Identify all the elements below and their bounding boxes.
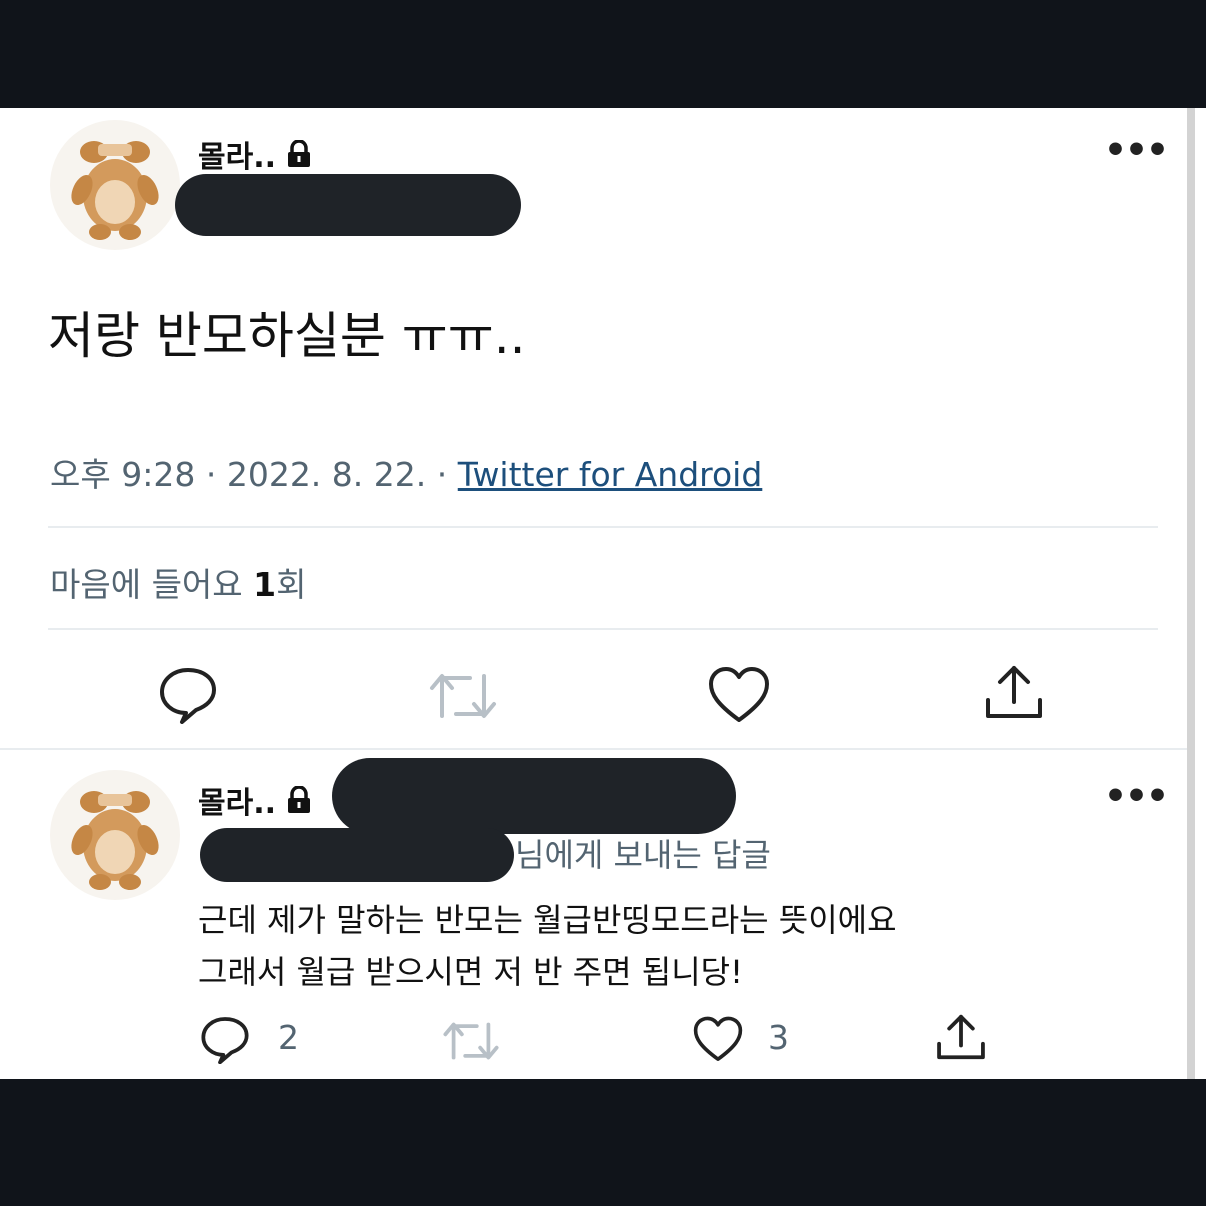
reply-to-label: 님에게 보내는 답글 xyxy=(515,836,771,874)
username-text: 몰라.. xyxy=(198,140,276,175)
share-icon[interactable] xyxy=(982,660,1046,724)
reply-icon[interactable] xyxy=(158,664,218,724)
redacted-handle xyxy=(175,174,521,236)
redacted-handle xyxy=(332,758,736,834)
retweet-icon[interactable] xyxy=(442,1016,500,1066)
scroll-edge xyxy=(1187,108,1195,1079)
tweet-meta: 오후 9:28 · 2022. 8. 22. · Twitter for And… xyxy=(50,448,762,496)
more-icon[interactable]: ••• xyxy=(1104,130,1169,171)
more-icon[interactable]: ••• xyxy=(1104,776,1169,817)
tweet-source-link[interactable]: Twitter for Android xyxy=(458,455,763,494)
reply-text-line: 그래서 월급 받으시면 저 반 주면 됩니당! xyxy=(198,953,743,991)
heart-icon[interactable] xyxy=(707,666,771,726)
divider xyxy=(48,526,1158,528)
meta-separator: · xyxy=(205,455,217,494)
tweet-date: 2022. 8. 22. xyxy=(226,455,427,494)
reply-text: 근데 제가 말하는 반모는 월급반띵모드라는 뜻이에요 그래서 월급 받으시면 … xyxy=(198,894,897,998)
reply-avatar[interactable] xyxy=(50,770,180,900)
avatar[interactable] xyxy=(50,120,180,250)
bear-avatar-image xyxy=(71,141,159,240)
likes-suffix: 회 xyxy=(276,565,307,604)
share-icon[interactable] xyxy=(934,1010,988,1064)
likes-count: 1 xyxy=(253,565,277,604)
heart-icon[interactable] xyxy=(692,1016,744,1064)
username-text: 몰라.. xyxy=(198,786,276,821)
tweet-screenshot: 몰라.. ••• 저랑 반모하실분 ㅠㅠ.. 오후 9:28 · 2022. 8… xyxy=(0,108,1206,1079)
divider xyxy=(0,748,1187,750)
bear-avatar-image xyxy=(71,791,159,890)
like-count: 3 xyxy=(768,1018,789,1057)
retweet-icon[interactable] xyxy=(428,666,498,726)
lock-icon xyxy=(288,786,310,813)
divider xyxy=(48,628,1158,630)
lock-icon xyxy=(288,140,310,167)
redacted-reply-target xyxy=(200,828,514,882)
username[interactable]: 몰라.. xyxy=(198,132,312,176)
likes-stat[interactable]: 마음에 들어요 1회 xyxy=(50,558,307,606)
reply-username[interactable]: 몰라.. xyxy=(198,778,312,822)
meta-separator: · xyxy=(436,455,448,494)
tweet-time: 오후 9:28 xyxy=(50,455,196,494)
tweet-text: 저랑 반모하실분 ㅠㅠ.. xyxy=(48,307,526,365)
likes-label: 마음에 들어요 xyxy=(50,565,243,604)
reply-text-line: 근데 제가 말하는 반모는 월급반띵모드라는 뜻이에요 xyxy=(198,901,897,939)
reply-count: 2 xyxy=(278,1018,299,1057)
reply-icon[interactable] xyxy=(200,1014,250,1064)
